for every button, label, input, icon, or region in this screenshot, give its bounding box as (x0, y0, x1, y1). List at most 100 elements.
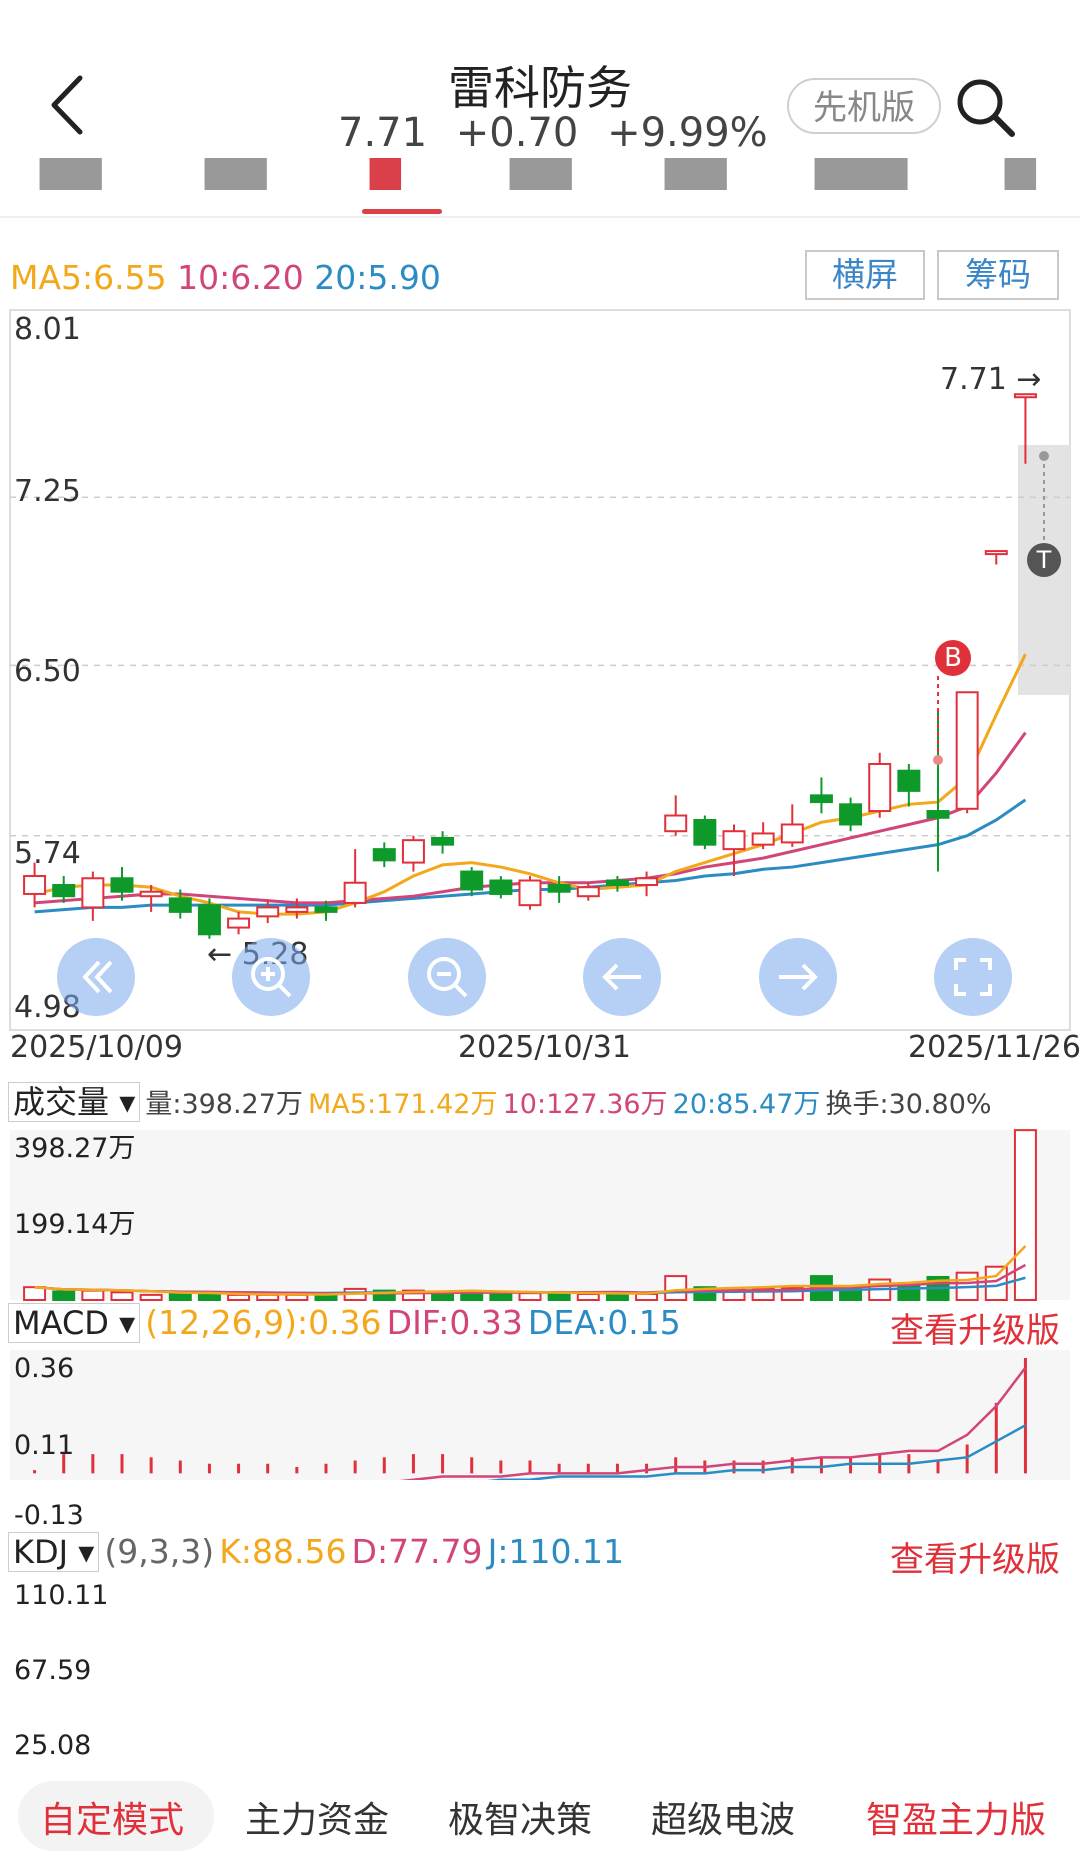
volume-bar (1013, 1129, 1037, 1301)
tab-indicator (362, 209, 442, 214)
header: 雷科防务 7.71 +0.70 +9.99% 先机版 ▆▆ ▆▆ ▆ ▆▆ ▆▆… (0, 0, 1080, 218)
ma20-value: 20:5.90 (314, 258, 441, 297)
candle (227, 911, 251, 935)
macd-params: (12,26,9):0.36 (145, 1303, 382, 1342)
tab-blur-7[interactable]: ▆ (1005, 158, 1036, 190)
move-right-icon[interactable] (759, 938, 837, 1016)
candle-body (372, 848, 396, 862)
volume-bar (168, 1293, 192, 1302)
candle-body (722, 830, 746, 851)
tab-blur-1[interactable]: ▆▆ (40, 158, 102, 190)
kdj-d: D:77.79 (351, 1532, 483, 1571)
volume-header: 成交量 ▾ 量:398.27万 MA5:171.42万 10:127.36万 2… (8, 1077, 1068, 1122)
t-marker[interactable]: T (1027, 543, 1061, 577)
back-icon[interactable] (40, 70, 100, 140)
ma-legend: MA5:6.55 10:6.20 20:5.90 (10, 258, 441, 297)
candle-body (518, 879, 542, 907)
candle-body (256, 906, 280, 918)
tab-blur-6[interactable]: ▆▆▆ (815, 158, 907, 190)
kdj-selector[interactable]: KDJ ▾ (8, 1532, 100, 1572)
macd-selector[interactable]: MACD ▾ (8, 1303, 141, 1343)
candle-body (110, 877, 134, 893)
candle-body (664, 814, 688, 833)
move-left-icon[interactable] (583, 938, 661, 1016)
candle (343, 849, 367, 908)
buy-marker[interactable]: B (935, 640, 971, 676)
price-frame (9, 309, 1071, 1031)
fullscreen-icon[interactable] (934, 938, 1012, 1016)
candle (780, 804, 804, 847)
candle-body (809, 794, 833, 804)
bottom-tab-smart-decision[interactable]: 极智决策 (448, 1791, 592, 1843)
candle (635, 871, 659, 897)
candle (897, 763, 921, 807)
candle (839, 797, 863, 832)
quote-line: 7.71 +0.70 +9.99% (330, 110, 768, 156)
search-icon[interactable] (950, 72, 1020, 142)
volume-bar (52, 1290, 76, 1301)
candle-body (81, 877, 105, 909)
bottom-tab-super-wave[interactable]: 超级电波 (651, 1791, 795, 1843)
scroll-left-fast-icon[interactable] (57, 938, 135, 1016)
bottom-tab-pro[interactable]: 智盈主力版 (866, 1791, 1046, 1843)
chips-button[interactable]: 筹码 (937, 250, 1059, 300)
kdj-y-label-2: 67.59 (14, 1655, 92, 1686)
price-change: +0.70 (455, 110, 579, 156)
macd-dea: DEA:0.15 (527, 1303, 681, 1342)
volume-ma10: 10:127.36万 (502, 1089, 668, 1120)
zoom-out-icon[interactable] (408, 938, 486, 1016)
bottom-tabs: 自定模式 主力资金 极智决策 超级电波 智盈主力版 (0, 1773, 1080, 1863)
price-y-label-4: 5.74 (14, 836, 81, 871)
candle (984, 550, 1008, 565)
period-tabs: ▆▆ ▆▆ ▆ ▆▆ ▆▆ ▆▆▆ ▆ (0, 158, 1080, 218)
price-y-label-2: 7.25 (14, 474, 81, 509)
price-change-pct: +9.99% (607, 110, 768, 156)
candle-body (635, 877, 659, 886)
candle-body (780, 823, 804, 844)
candle (868, 752, 892, 818)
volume-bar (227, 1293, 251, 1302)
candle-body (314, 906, 338, 913)
tab-blur-2[interactable]: ▆▆ (205, 158, 267, 190)
candle (81, 871, 105, 921)
candle-body (868, 762, 892, 813)
volume-bar (518, 1292, 542, 1302)
t-marker-dot (1039, 451, 1049, 461)
volume-bar (23, 1286, 47, 1302)
candle (460, 867, 484, 897)
bottom-tab-custom[interactable]: 自定模式 (40, 1791, 184, 1843)
buy-marker-dot (933, 755, 943, 765)
price-y-label-3: 6.50 (14, 654, 81, 689)
candle (809, 777, 833, 814)
tab-blur-4[interactable]: ▆▆ (510, 158, 572, 190)
x-label-mid: 2025/10/31 (458, 1030, 631, 1065)
candle (605, 876, 629, 892)
zoom-in-icon[interactable] (232, 938, 310, 1016)
candle-body (605, 879, 629, 886)
candle-body (576, 886, 600, 898)
candle (401, 835, 425, 872)
candle-body (343, 881, 367, 904)
tab-blur-5[interactable]: ▆▆ (665, 158, 727, 190)
pro-version-button[interactable]: 先机版 (787, 78, 941, 134)
candle (372, 842, 396, 868)
turnover: 换手:30.80% (825, 1089, 992, 1120)
candle (197, 898, 221, 939)
tab-blur-3[interactable]: ▆ (370, 158, 401, 190)
volume-ma20: 20:85.47万 (672, 1089, 821, 1120)
candle (751, 822, 775, 850)
landscape-button[interactable]: 横屏 (805, 250, 925, 300)
candle-body (139, 890, 163, 898)
kdj-upgrade-link[interactable]: 查看升级版 (890, 1532, 1060, 1581)
volume-selector[interactable]: 成交量 ▾ (8, 1082, 141, 1122)
candle-body (955, 691, 979, 810)
stock-title: 雷科防务 (448, 61, 632, 115)
volume-bar (139, 1293, 163, 1302)
bottom-tab-main-funds[interactable]: 主力资金 (245, 1791, 389, 1843)
ma10-value: 10:6.20 (177, 258, 304, 297)
candle-body (984, 550, 1008, 556)
ma5-value: MA5:6.55 (10, 258, 167, 297)
macd-upgrade-link[interactable]: 查看升级版 (890, 1303, 1060, 1352)
candle-body (23, 875, 47, 895)
kdj-y-label-3: 25.08 (14, 1730, 92, 1761)
